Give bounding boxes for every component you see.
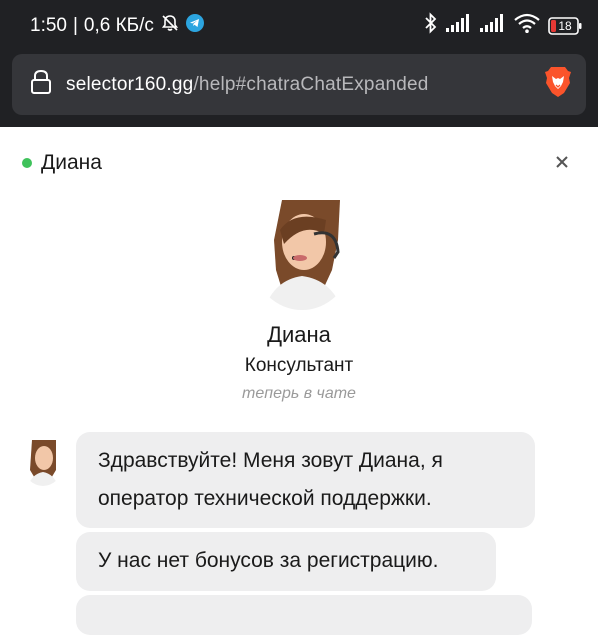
url-domain: selector160.gg <box>66 73 194 95</box>
url-text[interactable]: selector160.gg/help#chatraChatExpanded <box>66 74 429 96</box>
separator: | <box>72 15 78 36</box>
agent-joined-status: теперь в чате <box>242 385 356 402</box>
lock-icon[interactable] <box>30 69 52 100</box>
agent-role: Консультант <box>244 355 354 376</box>
status-bar: 1:50 | 0,6 КБ/с 18 <box>0 0 598 52</box>
url-path: /help#chatraChatExpanded <box>193 73 429 95</box>
signal-icon <box>446 14 472 38</box>
message-bubble-partial <box>76 595 532 635</box>
bell-off-icon <box>160 13 180 39</box>
online-status-dot <box>22 158 32 168</box>
message-text-line: Здравствуйте! Меня зовут Диана, я <box>98 449 443 472</box>
bluetooth-icon <box>424 12 438 40</box>
network-speed: 0,6 КБ/с <box>83 15 154 36</box>
close-chat-button[interactable] <box>552 151 572 173</box>
message-bubble: Здравствуйте! Меня зовут Диана, я операт… <box>76 432 535 528</box>
browser-toolbar: selector160.gg/help#chatraChatExpanded <box>0 52 598 127</box>
chat-widget: Диана Диана Консультант теперь в чате Зд… <box>0 127 598 635</box>
battery-icon: 18 <box>548 17 582 35</box>
close-icon[interactable] <box>556 156 568 168</box>
message-bubble: У нас нет бонусов за регистрацию. <box>76 532 496 591</box>
wifi-icon <box>514 13 540 39</box>
chat-header: Диана <box>22 151 102 175</box>
agent-name: Диана <box>267 322 331 347</box>
battery-level: 18 <box>558 19 572 33</box>
message-text-line: оператор технической поддержки. <box>98 487 432 510</box>
message-avatar <box>24 440 62 486</box>
clock: 1:50 <box>30 15 67 36</box>
signal-icon <box>480 14 506 38</box>
brave-shields-icon[interactable] <box>544 66 572 103</box>
chat-header-name: Диана <box>41 151 102 174</box>
address-bar[interactable]: selector160.gg/help#chatraChatExpanded <box>12 54 586 115</box>
message-text: У нас нет бонусов за регистрацию. <box>98 549 439 572</box>
telegram-icon <box>185 14 204 38</box>
agent-avatar <box>254 200 350 310</box>
